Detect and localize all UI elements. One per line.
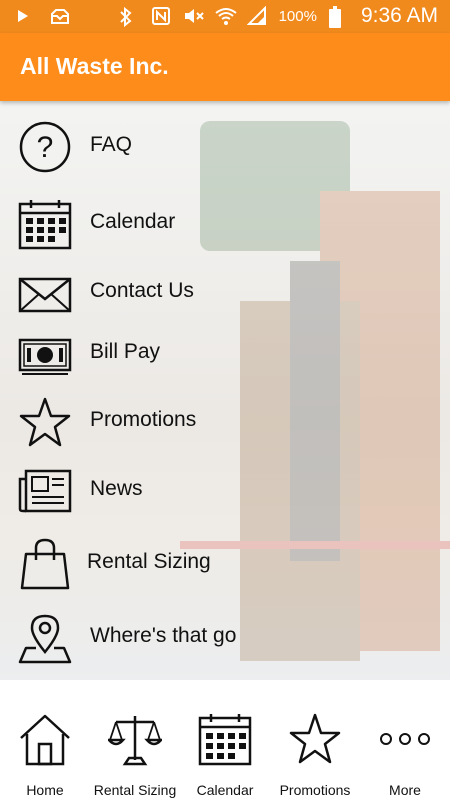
calendar-icon — [198, 712, 252, 766]
inbox-icon — [50, 6, 70, 26]
menu-item-label: Bill Pay — [90, 340, 161, 363]
menu-item-calendar[interactable]: Calendar — [0, 192, 450, 256]
map-pin-icon — [18, 612, 72, 664]
money-icon — [18, 328, 72, 380]
newspaper-icon — [18, 465, 72, 517]
menu-item-label: Calendar — [90, 210, 176, 233]
nav-label: Promotions — [279, 782, 351, 798]
menu-item-wheres-that-go[interactable]: Where's that go — [0, 606, 450, 670]
scale-icon — [108, 712, 162, 766]
menu-item-bill-pay[interactable]: Bill Pay — [0, 322, 450, 386]
menu-item-label: FAQ — [90, 133, 133, 156]
menu-item-rental-sizing[interactable]: Rental Sizing — [0, 532, 450, 596]
app-bar: All Waste Inc. — [0, 33, 450, 101]
clock: 9:36 AM — [360, 4, 438, 27]
home-icon — [18, 712, 72, 766]
nav-label: More — [389, 782, 421, 798]
app-title: All Waste Inc. — [20, 53, 169, 79]
battery-icon — [328, 6, 349, 28]
nav-promotions[interactable]: Promotions — [270, 680, 360, 800]
menu-item-label: News — [90, 477, 143, 500]
menu-item-promotions[interactable]: Promotions — [0, 390, 450, 454]
nav-rental-sizing[interactable]: Rental Sizing — [90, 680, 180, 800]
nav-label: Calendar — [196, 782, 254, 798]
nav-label: Home — [26, 782, 64, 798]
battery-percent: 100% — [278, 7, 317, 25]
question-icon: ? — [18, 121, 72, 173]
more-icon — [378, 712, 432, 766]
status-bar: 100% 9:36 AM — [0, 0, 450, 33]
menu-item-label: Contact Us — [90, 279, 194, 302]
bluetooth-icon — [119, 6, 139, 28]
nav-more[interactable]: More — [360, 680, 450, 800]
mute-icon — [183, 6, 204, 26]
calendar-icon — [18, 198, 72, 250]
menu-item-contact-us[interactable]: Contact Us — [0, 261, 450, 325]
svg-text:?: ? — [37, 131, 54, 164]
wifi-icon — [214, 6, 237, 26]
nav-calendar[interactable]: Calendar — [180, 680, 270, 800]
signal-icon — [246, 6, 267, 26]
menu-item-faq[interactable]: ? FAQ — [0, 115, 450, 179]
envelope-icon — [18, 267, 72, 319]
nav-home[interactable]: Home — [0, 680, 90, 800]
star-icon — [18, 396, 72, 448]
nfc-icon — [151, 6, 171, 26]
menu-item-news[interactable]: News — [0, 459, 450, 523]
menu-item-label: Promotions — [90, 408, 197, 431]
bottom-nav: Home Rental Sizing Calendar Promotions M… — [0, 680, 450, 800]
shopping-bag-icon — [18, 538, 72, 590]
nav-label: Rental Sizing — [93, 782, 177, 798]
menu-item-label: Where's that go — [90, 624, 237, 647]
menu-item-label: Rental Sizing — [87, 550, 211, 573]
menu-list: ? FAQ Calendar Contact Us Bill Pay Promo… — [0, 101, 450, 680]
play-icon — [16, 6, 36, 26]
star-icon — [288, 712, 342, 766]
